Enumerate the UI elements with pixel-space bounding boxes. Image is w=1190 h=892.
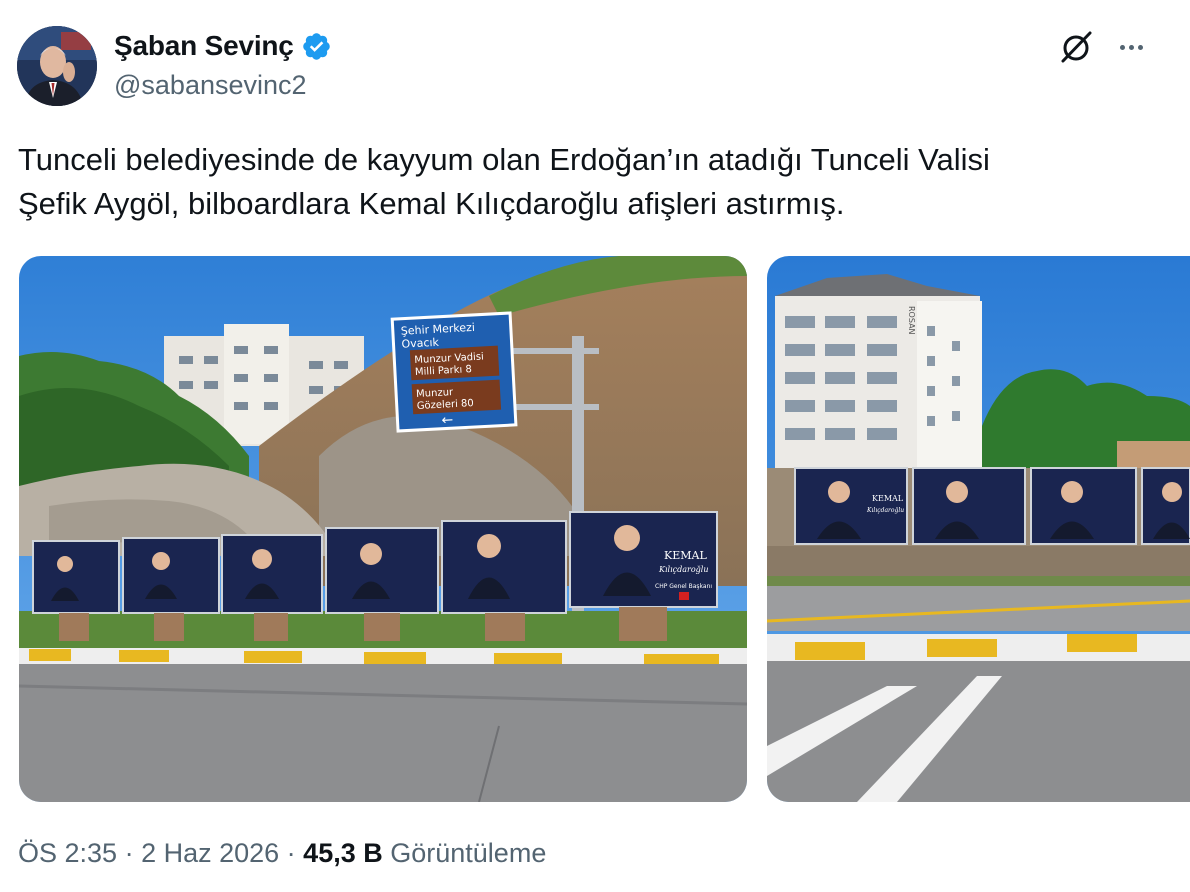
sign-text-5: Munzur xyxy=(416,387,454,400)
views-label[interactable]: Görüntüleme xyxy=(390,838,546,869)
verified-badge-icon xyxy=(302,32,330,60)
billboard-role: CHP Genel Başkanı xyxy=(655,583,712,590)
tweet-photo-2[interactable]: ROSAN KEMAL Kılıçdaroğlu xyxy=(767,256,1190,802)
building-sign: ROSAN xyxy=(907,306,916,335)
tweet-time[interactable]: ÖS 2:35 xyxy=(18,838,117,869)
tweet-date[interactable]: 2 Haz 2026 xyxy=(141,838,279,869)
tweet-text: Tunceli belediyesinde de kayyum olan Erd… xyxy=(18,138,1138,226)
meta-separator: · xyxy=(117,838,142,868)
sign-text-2: Ovacık xyxy=(401,336,440,351)
dot xyxy=(1128,44,1134,50)
billboard-surname: Kılıçdaroğlu xyxy=(866,507,904,514)
tweet-meta: ÖS 2:35 · 2 Haz 2026 · 45,3 B Görüntülem… xyxy=(18,838,546,869)
tweet-text-line: Tunceli belediyesinde de kayyum olan Erd… xyxy=(18,142,990,177)
grok-icon[interactable] xyxy=(1057,28,1095,66)
billboard-name: KEMAL xyxy=(872,494,904,503)
display-name[interactable]: Şaban Sevinç xyxy=(114,30,294,62)
more-options-icon[interactable] xyxy=(1114,30,1148,64)
views-count[interactable]: 45,3 B xyxy=(303,838,383,869)
tweet-photo-1[interactable]: Şehir Merkezi Ovacık Munzur Vadisi Milli… xyxy=(19,256,747,802)
meta-separator: · xyxy=(279,838,304,868)
dot xyxy=(1137,44,1143,50)
author-name-row[interactable]: Şaban Sevinç xyxy=(114,30,332,62)
sign-arrow: ← xyxy=(441,412,454,429)
views-space xyxy=(383,838,391,869)
avatar[interactable] xyxy=(17,26,97,106)
tweet-card: Şaban Sevinç @sabansevinc2 Tunceli beled… xyxy=(0,0,1190,892)
billboard-surname: Kılıçdaroğlu xyxy=(658,565,709,574)
billboard-name: KEMAL xyxy=(664,549,707,562)
author-handle[interactable]: @sabansevinc2 xyxy=(114,70,307,101)
tweet-text-line: Şefik Aygöl, bilboardlara Kemal Kılıçdar… xyxy=(18,186,845,221)
dot xyxy=(1119,44,1125,50)
